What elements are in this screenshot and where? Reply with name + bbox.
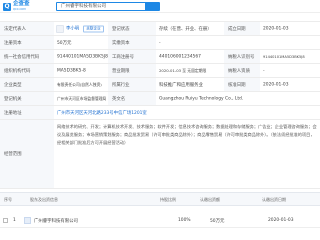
info-row: 注册资本 50万元 实缴资本 - — [0, 35, 320, 49]
shareholder-name-link[interactable]: 广州睿宇科技有限公司 — [34, 218, 78, 224]
avatar — [56, 24, 64, 33]
company-icon — [24, 217, 31, 224]
top-bar: Q 企查查 QCC.COM 广州睿宇科技有限公司 — [0, 0, 320, 13]
info-row: 经营范围 网络技术的研究、开发；计算机技术开发、技术服务；软件开发；信息技术咨询… — [0, 119, 320, 189]
info-row: 组织机构代码 MA5D3BK5-8 营业期限 2020-01-03 至 无固定期… — [0, 63, 320, 77]
shareholder-header: 序号 股东及出资信息 持股比例 认缴出资额 认缴出资日期 — [0, 192, 320, 206]
row-checkbox[interactable] — [3, 218, 8, 223]
info-row: 企业类型 有限责任公司(自然人独资) 所属行业 科技推广和应用服务业 核准日期 … — [0, 77, 320, 91]
legal-rep-link[interactable]: 李小明 关联企业 — [66, 25, 104, 32]
related-tag[interactable]: 关联企业 — [83, 25, 104, 32]
logo[interactable]: Q 企查查 QCC.COM — [3, 2, 30, 11]
info-row: 登记机关 广州市天河区市场监督管理局 英文名 Guangzhou Ruiyu T… — [0, 91, 320, 105]
info-row: 法定代表人 李小明 关联企业 登记状态 存续（在营、开业、在册） 成立日期 202… — [0, 21, 320, 35]
info-row: 统一社会信用代码 91440101MA5D3BK5J8 工商注册号 440106… — [0, 49, 320, 63]
logo-mark-icon: Q — [3, 2, 11, 11]
info-row: 注册地址 广州市天河区天河北路233号中信广场1201室 — [0, 105, 320, 119]
table-row[interactable]: 1 广州睿宇科技有限公司 100% 50万元 2020-01-03 — [0, 214, 320, 228]
search-button[interactable] — [145, 3, 159, 10]
logo-subtext: QCC.COM — [13, 7, 26, 11]
address-link[interactable]: 广州市天河区天河北路233号中信广场1201室 — [57, 110, 147, 116]
scope-value: 网络技术的研究、开发；计算机技术开发、技术服务；软件开发；信息技术咨询服务；数据… — [57, 124, 317, 146]
search-value: 广州睿宇科技有限公司 — [61, 4, 106, 9]
status-value: 存续（在营、开业、在册） — [159, 26, 212, 32]
shareholder-section: 序号 股东及出资信息 持股比例 认缴出资额 认缴出资日期 1 广州睿宇科技有限公… — [0, 192, 320, 240]
search-input[interactable]: 广州睿宇科技有限公司 — [56, 2, 160, 11]
